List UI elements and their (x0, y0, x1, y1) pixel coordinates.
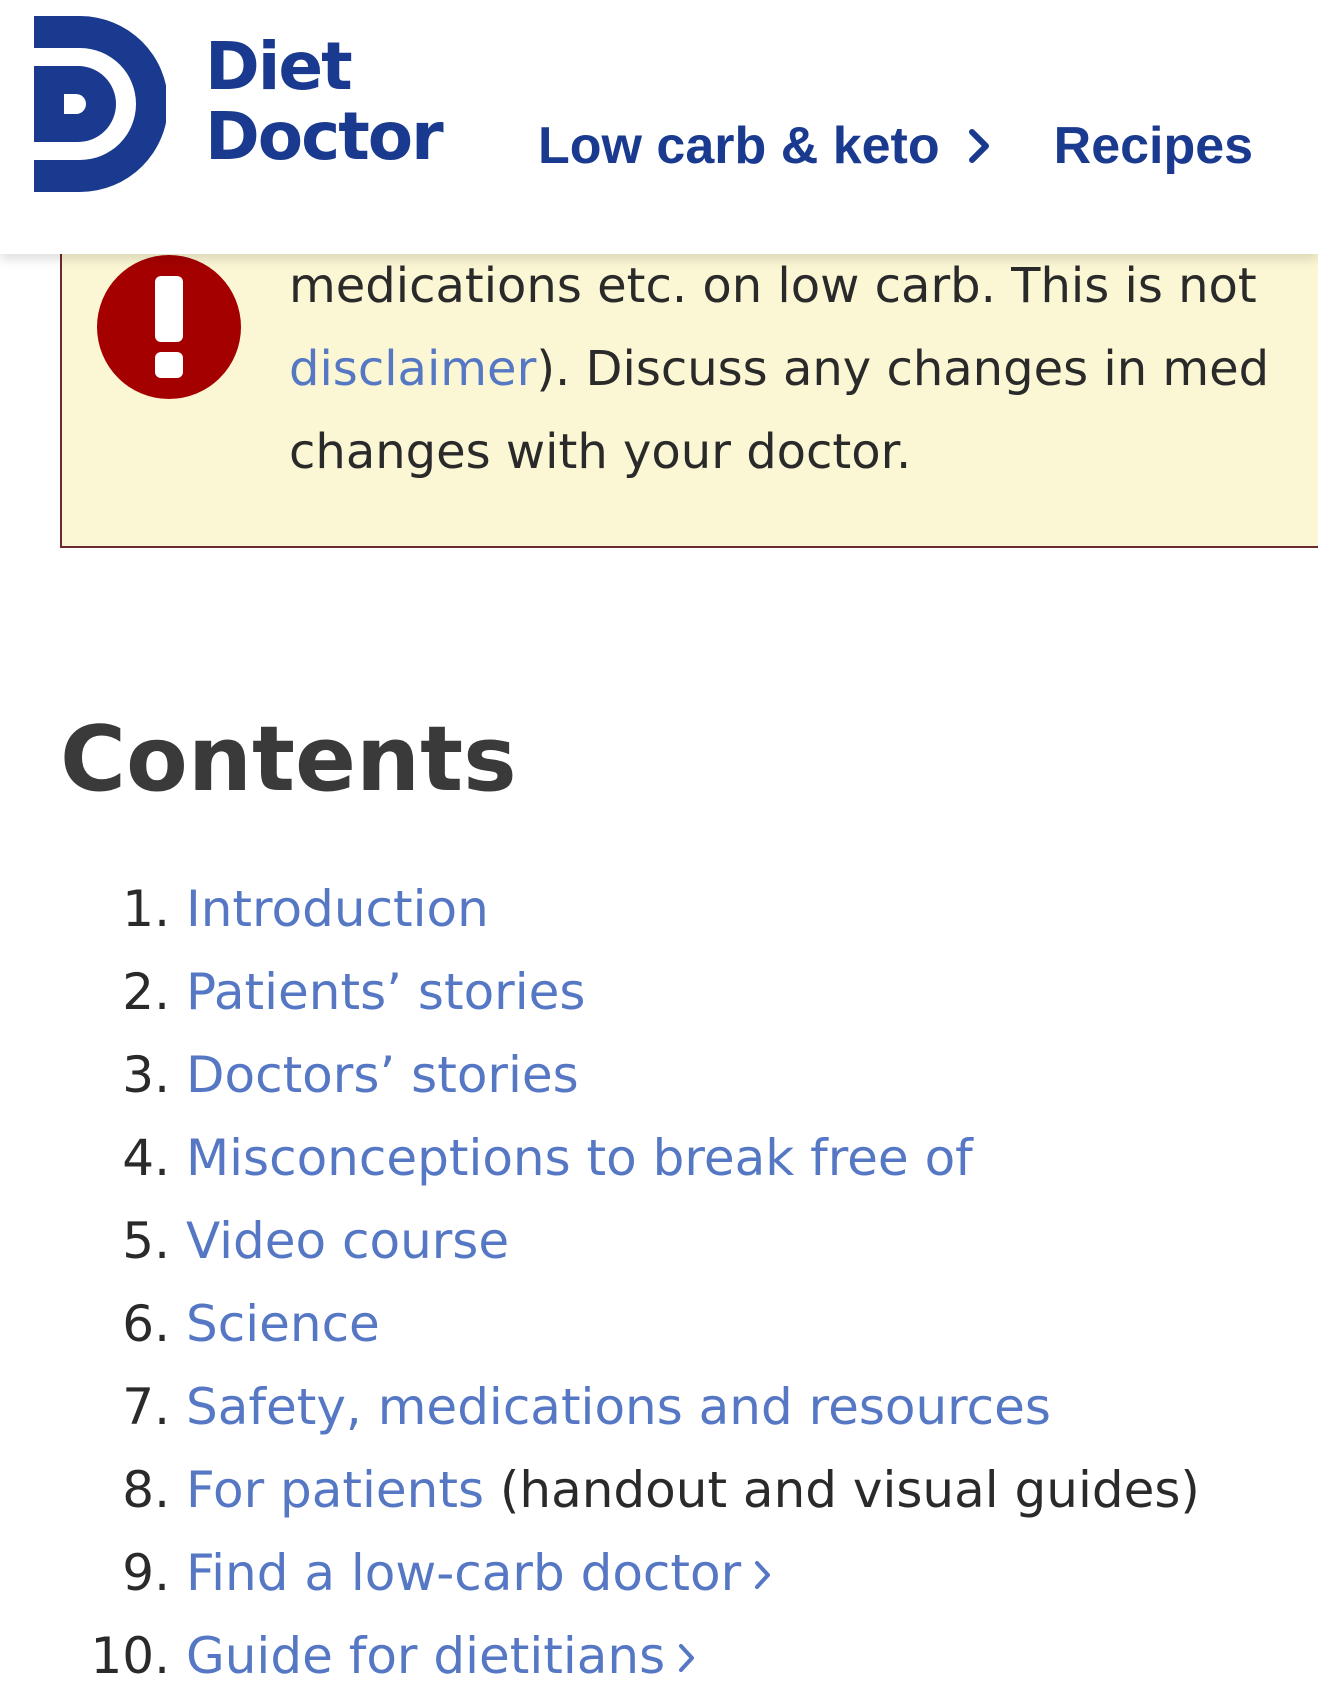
toc-item-number: 6. (122, 1295, 170, 1353)
chevron-right-icon (679, 1644, 695, 1672)
toc-item-number: 5. (122, 1212, 170, 1270)
logo-line-diet: Diet (205, 28, 353, 105)
toc-item-entry: Misconceptions to break free of (186, 1117, 973, 1200)
toc-link[interactable]: For patients (186, 1461, 484, 1519)
nav-recipes[interactable]: Recipes (1054, 116, 1253, 176)
callout-text: medications etc. on low carb. This is no… (289, 245, 1318, 494)
toc-link[interactable]: Safety, medications and resources (186, 1378, 1051, 1436)
toc-item-number: 9. (122, 1544, 170, 1602)
toc-item-suffix: (handout and visual guides) (484, 1461, 1200, 1519)
site-logo-text[interactable]: Diet Doctor (205, 28, 444, 175)
callout-line-1: medications etc. on low carb. This is no… (289, 258, 1257, 314)
callout-line-3: changes with your doctor. (289, 424, 912, 480)
site-header: Diet Doctor Low carb & keto Recipes (0, 0, 1318, 254)
main-nav: Low carb & keto Recipes (538, 114, 1253, 178)
toc-link[interactable]: Video course (186, 1212, 509, 1270)
toc-item-entry: For patients (handout and visual guides) (186, 1449, 1200, 1532)
contents-list: 1. Introduction 2. Patients’ stories 3. Docto… (0, 868, 1318, 1698)
toc-item-number: 3. (122, 1046, 170, 1104)
toc-link[interactable]: Misconceptions to break free of (186, 1129, 973, 1187)
toc-link[interactable]: Introduction (186, 880, 489, 938)
toc-link[interactable]: Science (186, 1295, 380, 1353)
callout-line-2: disclaimer). Discuss any changes in med (289, 328, 1318, 411)
toc-item-entry: Video course (186, 1200, 509, 1283)
toc-item: 4. Misconceptions to break free of (0, 1117, 1318, 1200)
toc-item: 9. Find a low-carb doctor (0, 1532, 1318, 1615)
nav-low-carb-keto-label: Low carb & keto (538, 117, 940, 175)
disclaimer-link[interactable]: disclaimer (289, 341, 536, 397)
toc-item: 2. Patients’ stories (0, 951, 1318, 1034)
toc-item: 8. For patients (handout and visual guide… (0, 1449, 1318, 1532)
toc-item-entry: Introduction (186, 868, 489, 951)
toc-link[interactable]: Doctors’ stories (186, 1046, 579, 1104)
toc-item-number: 2. (122, 963, 170, 1021)
toc-item-number: 8. (122, 1461, 170, 1519)
toc-item-number: 1. (122, 880, 170, 938)
nav-low-carb-keto[interactable]: Low carb & keto (538, 116, 992, 176)
toc-item-entry: Guide for dietitians (186, 1615, 697, 1698)
toc-item: 3. Doctors’ stories (0, 1034, 1318, 1117)
toc-link[interactable]: Guide for dietitians (186, 1627, 665, 1685)
toc-item: 7. Safety, medications and resources (0, 1366, 1318, 1449)
toc-item-number: 10. (90, 1627, 170, 1685)
diet-doctor-logo-icon[interactable] (34, 16, 166, 192)
toc-item: 1. Introduction (0, 868, 1318, 951)
toc-item-entry: Patients’ stories (186, 951, 585, 1034)
exclamation-alert-icon (97, 255, 241, 399)
chevron-right-icon (968, 129, 989, 163)
toc-item-number: 4. (122, 1129, 170, 1187)
toc-item: 5. Video course (0, 1200, 1318, 1283)
contents-heading: Contents (60, 707, 517, 812)
toc-item-entry: Safety, medications and resources (186, 1366, 1051, 1449)
toc-item-number: 7. (122, 1378, 170, 1436)
logo-line-doctor: Doctor (205, 98, 444, 175)
nav-recipes-label: Recipes (1053, 117, 1254, 175)
chevron-right-icon (755, 1561, 771, 1589)
toc-item: 6. Science (0, 1283, 1318, 1366)
toc-item-entry: Science (186, 1283, 380, 1366)
toc-link[interactable]: Find a low-carb doctor (186, 1544, 741, 1602)
toc-link[interactable]: Patients’ stories (186, 963, 585, 1021)
toc-item-entry: Doctors’ stories (186, 1034, 579, 1117)
callout-line-2-rest: ). Discuss any changes in med (536, 341, 1270, 397)
toc-item: 10. Guide for dietitians (0, 1615, 1318, 1698)
toc-item-entry: Find a low-carb doctor (186, 1532, 773, 1615)
